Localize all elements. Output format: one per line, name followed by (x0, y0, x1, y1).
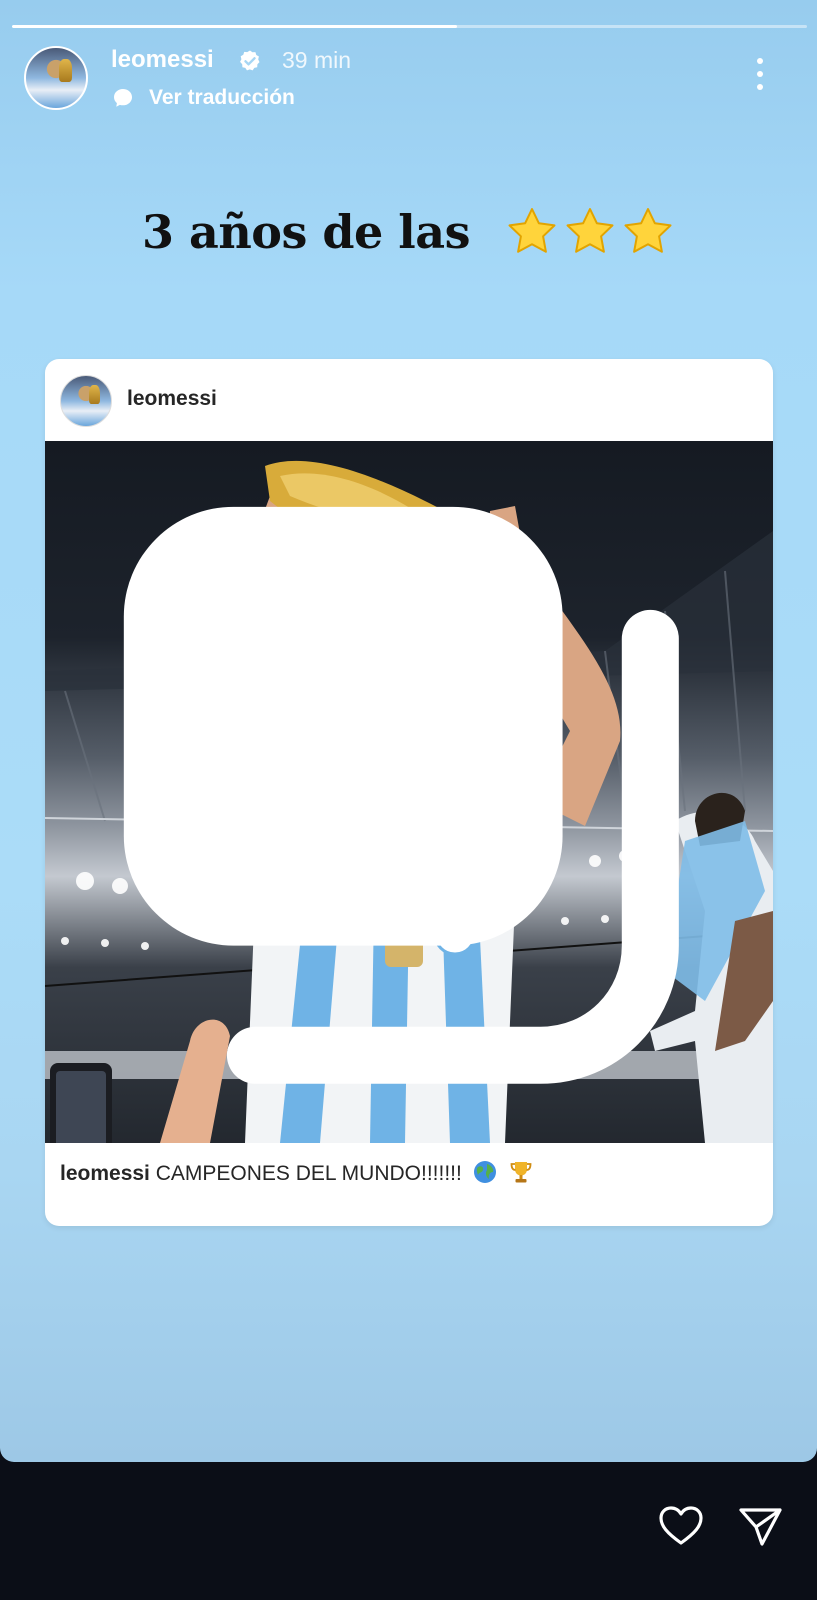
story-headline: 3 años de las (142, 205, 471, 259)
translate-link[interactable]: Ver traducción (149, 86, 295, 110)
star-icon (566, 208, 614, 253)
shared-post-username[interactable]: leomessi (127, 387, 217, 411)
shared-post-card[interactable]: leomessi leomessi CAMPEONES DEL MUNDO!!!… (45, 359, 773, 1226)
more-options-icon[interactable] (752, 56, 768, 92)
story-username[interactable]: leomessi (111, 46, 214, 74)
verified-badge-icon (240, 50, 260, 71)
story-progress-bar (12, 25, 807, 28)
caption-username[interactable]: leomessi (60, 1162, 150, 1185)
story-viewer[interactable]: leomessi 39 min Ver traducción 3 años de… (0, 0, 817, 1462)
shared-post-caption: leomessi CAMPEONES DEL MUNDO!!!!!!! (60, 1159, 534, 1186)
trophy-icon (510, 1162, 531, 1183)
caption-text: CAMPEONES DEL MUNDO!!!!!!! (155, 1162, 462, 1185)
story-progress-fill (12, 25, 458, 28)
star-icon (508, 208, 556, 253)
shared-post-avatar[interactable] (60, 375, 112, 427)
heart-icon[interactable] (657, 1503, 705, 1549)
globe-icon (473, 1161, 496, 1183)
star-icon (624, 208, 672, 253)
shared-post-photo[interactable]: AFA (45, 441, 773, 1143)
story-timestamp: 39 min (282, 47, 352, 73)
profile-avatar[interactable] (24, 46, 88, 110)
carousel-icon (123, 506, 679, 1084)
translate-icon (114, 89, 132, 107)
send-icon[interactable] (736, 1504, 784, 1550)
headline-stars (506, 206, 674, 258)
